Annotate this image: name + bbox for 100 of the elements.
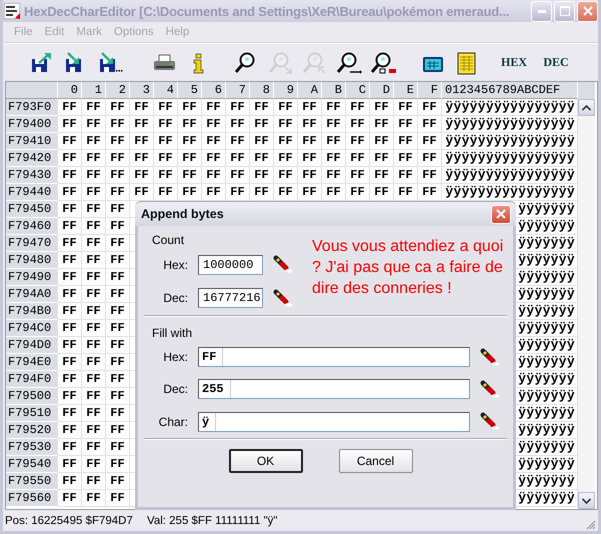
hex-cell: FF bbox=[58, 439, 82, 456]
pen-icon[interactable] bbox=[480, 380, 500, 399]
dialog-button[interactable]: OK bbox=[228, 449, 302, 473]
row-address: F79480 bbox=[6, 252, 58, 269]
column-header: B bbox=[322, 82, 346, 99]
column-header: 4 bbox=[154, 82, 178, 99]
search-replace-icon[interactable] bbox=[370, 50, 396, 74]
hex-cell: FF bbox=[322, 99, 346, 116]
field-label: Dec: bbox=[162, 291, 189, 306]
hex-cell: FF bbox=[106, 150, 130, 167]
close-icon[interactable] bbox=[496, 209, 506, 219]
hex-cell: FF bbox=[106, 201, 130, 218]
char-cell: ÿÿÿÿÿÿÿÿÿÿÿÿÿÿÿÿ bbox=[442, 99, 578, 116]
close-button[interactable] bbox=[577, 0, 598, 22]
dialog-button[interactable]: Cancel bbox=[338, 449, 412, 473]
hex-cell: FF bbox=[82, 133, 106, 150]
hex-cell: FF bbox=[130, 116, 154, 133]
input-field[interactable]: 255 bbox=[198, 379, 470, 400]
dialog-title: Append bytes bbox=[141, 207, 225, 221]
hex-cell: FF bbox=[370, 150, 394, 167]
hex-cell: FF bbox=[106, 184, 130, 201]
row-address: F79510 bbox=[6, 405, 58, 422]
scroll-up-button[interactable] bbox=[578, 99, 595, 116]
close-button[interactable] bbox=[491, 204, 511, 224]
hex-cell: FF bbox=[394, 150, 418, 167]
hex-cell: FF bbox=[82, 337, 106, 354]
row-address: F79540 bbox=[6, 456, 58, 473]
input-field[interactable]: 16777216 bbox=[198, 288, 263, 308]
hex-cell: FF bbox=[346, 133, 370, 150]
hex-cell: FF bbox=[58, 116, 82, 133]
row-address: F794B0 bbox=[6, 303, 58, 320]
hex-cell: FF bbox=[322, 133, 346, 150]
hex-cell: FF bbox=[298, 99, 322, 116]
hex-cell: FF bbox=[130, 99, 154, 116]
column-header: D bbox=[370, 82, 394, 99]
hex-cell: FF bbox=[82, 456, 106, 473]
hex-cell: FF bbox=[106, 490, 130, 507]
input-field[interactable]: FF bbox=[198, 347, 470, 368]
hex-cell: FF bbox=[274, 116, 298, 133]
hex-cell: FF bbox=[106, 167, 130, 184]
search-replace-icon[interactable] bbox=[336, 50, 362, 74]
pen-icon[interactable] bbox=[273, 288, 293, 308]
row-address: F79460 bbox=[6, 218, 58, 235]
column-header: 5 bbox=[178, 82, 202, 99]
row-address: F79430 bbox=[6, 167, 58, 184]
hex-cell: FF bbox=[82, 167, 106, 184]
field-label: Hex: bbox=[162, 350, 189, 364]
scroll-down-button[interactable] bbox=[578, 492, 595, 509]
hex-cell: FF bbox=[394, 167, 418, 184]
column-header: A bbox=[298, 82, 322, 99]
hex-cell: FF bbox=[202, 150, 226, 167]
hex-cell: FF bbox=[106, 456, 130, 473]
field-label: Hex: bbox=[162, 258, 189, 272]
toolbar-button[interactable]: DEC bbox=[543, 55, 569, 70]
column-header: E bbox=[394, 82, 418, 99]
input-field[interactable]: ÿ bbox=[198, 412, 470, 432]
hex-cell: FF bbox=[82, 405, 106, 422]
close-icon[interactable] bbox=[582, 6, 592, 16]
hex-cell: FF bbox=[106, 303, 130, 320]
toolbar-button[interactable]: HEX bbox=[500, 55, 527, 70]
hex-cell: FF bbox=[58, 167, 82, 184]
hex-cell: FF bbox=[130, 133, 154, 150]
pen-icon[interactable] bbox=[480, 412, 500, 432]
hex-cell: FF bbox=[154, 150, 178, 167]
hex-cell: FF bbox=[346, 116, 370, 133]
row-address: F794E0 bbox=[6, 354, 58, 371]
hex-cell: FF bbox=[346, 150, 370, 167]
hex-cell: FF bbox=[58, 218, 82, 235]
hex-cell: FF bbox=[250, 116, 274, 133]
hex-cell: FF bbox=[226, 167, 250, 184]
input-field[interactable]: 1000000 bbox=[198, 254, 263, 275]
hex-cell: FF bbox=[370, 133, 394, 150]
pen-icon[interactable] bbox=[273, 255, 293, 274]
hex-cell: FF bbox=[106, 320, 130, 337]
hex-cell: FF bbox=[226, 99, 250, 116]
field-label: Dec: bbox=[162, 382, 189, 396]
hex-cell: FF bbox=[106, 286, 130, 303]
row-address: F793F0 bbox=[6, 99, 58, 116]
column-header: 8 bbox=[250, 82, 274, 99]
hex-cell: FF bbox=[250, 167, 274, 184]
import-icon[interactable] bbox=[98, 50, 124, 74]
hex-cell: FF bbox=[106, 218, 130, 235]
resize-grip[interactable] bbox=[585, 519, 596, 530]
hex-cell: FF bbox=[106, 371, 130, 388]
hex-cell: FF bbox=[58, 133, 82, 150]
row-address: F79550 bbox=[6, 473, 58, 490]
status-text: Val: 255 $FF 11111111 "ÿ" bbox=[147, 515, 278, 527]
row-address: F794F0 bbox=[6, 371, 58, 388]
hex-cell: FF bbox=[82, 252, 106, 269]
hex-cell: FF bbox=[106, 473, 130, 490]
hex-cell: FF bbox=[58, 150, 82, 167]
hex-cell: FF bbox=[154, 116, 178, 133]
pen-icon[interactable] bbox=[480, 348, 500, 367]
hex-cell: FF bbox=[82, 388, 106, 405]
hex-cell: FF bbox=[178, 167, 202, 184]
row-address: F79500 bbox=[6, 388, 58, 405]
hex-cell: FF bbox=[58, 252, 82, 269]
hex-cell: FF bbox=[58, 320, 82, 337]
hex-cell: FF bbox=[202, 99, 226, 116]
hex-cell: FF bbox=[202, 116, 226, 133]
